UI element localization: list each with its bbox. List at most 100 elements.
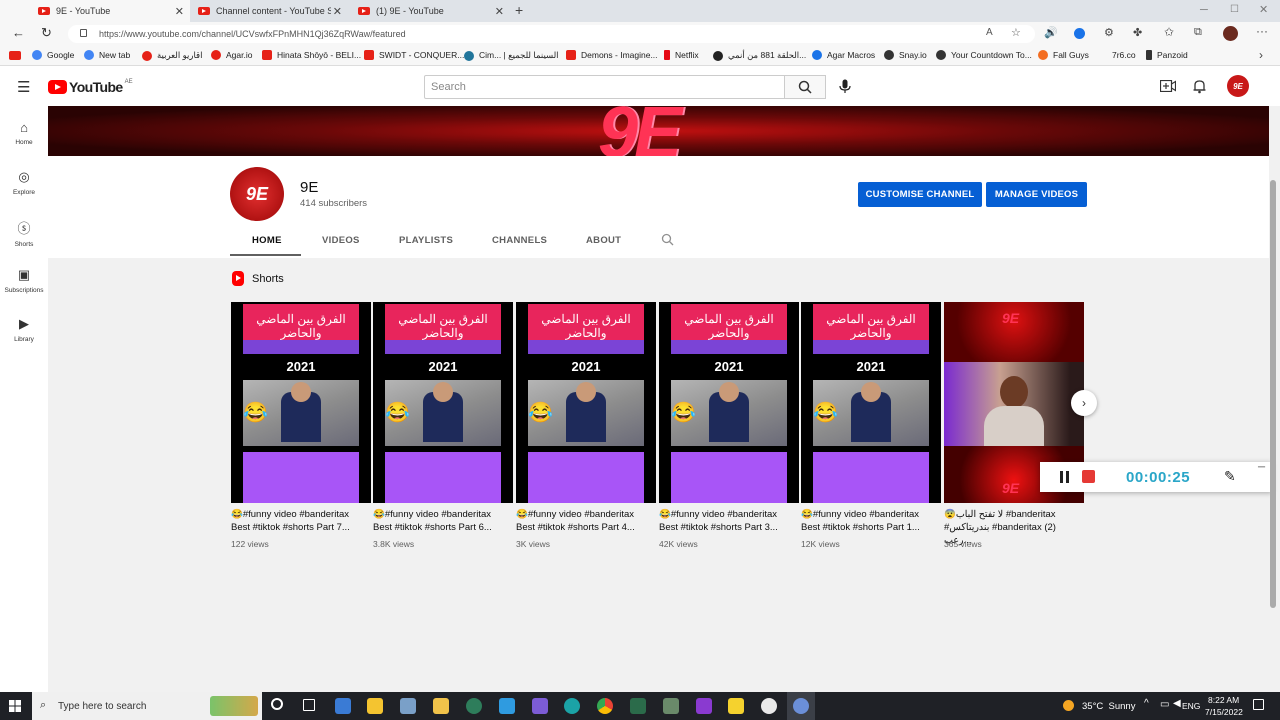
network-icon[interactable]: ▭ <box>1160 699 1169 710</box>
sidebar-item-subscriptions[interactable]: ▣ Subscriptions <box>0 267 48 294</box>
volume-tray-icon[interactable]: ◀ <box>1173 698 1181 709</box>
bookmark-google[interactable]: Google <box>32 50 74 60</box>
taskbar-app-7-icon[interactable] <box>532 698 548 714</box>
taskbar-app-2-icon[interactable] <box>367 698 383 714</box>
customise-channel-button[interactable]: CUSTOMISE CHANNEL <box>858 182 982 207</box>
sidebar-item-shorts[interactable]: ⓢ Shorts <box>0 218 48 248</box>
favorites-icon[interactable]: ✩ <box>1164 25 1174 39</box>
short-thumbnail[interactable]: الفرق بين الماضي والحاضر 2021 😂 <box>659 302 799 503</box>
tab-videos[interactable]: VIDEOS <box>322 235 360 246</box>
sidebar-item-home[interactable]: ⌂ Home <box>0 120 48 146</box>
account-avatar[interactable]: 9E <box>1227 75 1249 97</box>
close-window-icon[interactable]: ✕ <box>1259 3 1268 16</box>
taskbar-app-10-icon[interactable] <box>630 698 646 714</box>
short-title[interactable]: 😂#funny video #banderitax Best #tiktok #s… <box>373 508 513 534</box>
bookmark-agar-macros[interactable]: Agar Macros <box>812 50 875 60</box>
extensions-icon[interactable]: ✤ <box>1133 26 1142 39</box>
short-thumbnail[interactable]: الفرق بين الماضي والحاضر 2021 😂 <box>373 302 513 503</box>
pause-icon[interactable] <box>1060 471 1069 483</box>
bookmark-arabic-agario[interactable]: اقاريو العربية <box>142 50 202 61</box>
address-bar[interactable]: https://www.youtube.com/channel/UCVswfxF… <box>68 25 1035 43</box>
more-menu-icon[interactable]: ··· <box>1256 24 1268 38</box>
volume-icon[interactable]: 🔊 <box>1044 26 1058 39</box>
bookmark-cima[interactable]: Cim... | السينما للجميع <box>464 50 559 61</box>
task-view-icon[interactable] <box>303 699 315 711</box>
chrome-icon[interactable] <box>597 698 613 714</box>
manage-videos-button[interactable]: MANAGE VIDEOS <box>986 182 1087 207</box>
bookmark-panzoid[interactable]: Panzoid <box>1146 50 1188 60</box>
clock-date[interactable]: 7/15/2022 <box>1205 707 1243 717</box>
sidebar-item-explore[interactable]: ◎ Explore <box>0 169 48 196</box>
input-language[interactable]: ENG <box>1182 701 1200 711</box>
show-hidden-icons-icon[interactable]: ^ <box>1144 698 1149 709</box>
youtube-bookmark-icon[interactable] <box>9 51 21 60</box>
search-input[interactable]: Search <box>424 75 785 99</box>
bookmark-netflix[interactable]: Netflix <box>664 50 699 60</box>
tab-1-9e-youtube[interactable]: (1) 9E - YouTube ✕ <box>320 0 510 22</box>
youtube-logo[interactable]: YouTube AE <box>48 79 133 95</box>
extension-blue-icon[interactable] <box>1074 28 1085 39</box>
bookmark-hinata[interactable]: Hinata Shōyō - BELI... <box>262 50 361 60</box>
read-aloud-icon[interactable]: A <box>986 27 993 38</box>
page-scrollbar[interactable] <box>1270 180 1276 608</box>
close-tab-icon[interactable]: ✕ <box>495 5 504 18</box>
stop-icon[interactable] <box>1082 470 1095 483</box>
bookmark-countdown[interactable]: Your Countdown To... <box>936 50 1032 60</box>
back-icon[interactable]: ← <box>12 25 25 40</box>
file-explorer-icon[interactable] <box>433 698 449 714</box>
taskbar-app-1-icon[interactable] <box>335 698 351 714</box>
bookmark-7r6[interactable]: 7r6.co <box>1112 50 1136 60</box>
taskbar-app-12-icon[interactable] <box>696 698 712 714</box>
bookmark-swidt[interactable]: SWIDT - CONQUER... <box>364 50 464 60</box>
taskbar-app-11-icon[interactable] <box>663 698 679 714</box>
refresh-icon[interactable]: ↻ <box>41 25 52 41</box>
search-button[interactable] <box>784 75 826 99</box>
bookmark-demons[interactable]: Demons - Imagine... <box>566 50 658 60</box>
shorts-next-button[interactable]: › <box>1071 390 1097 416</box>
extension-puzzle-icon[interactable]: ⚙ <box>1104 26 1114 39</box>
channel-avatar[interactable]: 9E <box>230 167 284 221</box>
bookmark-agario[interactable]: Agar.io <box>211 50 252 60</box>
taskbar-app-6-icon[interactable] <box>499 698 515 714</box>
tab-playlists[interactable]: PLAYLISTS <box>399 235 453 246</box>
profile-avatar[interactable] <box>1223 26 1238 41</box>
cortana-icon[interactable] <box>271 698 283 710</box>
collections-icon[interactable]: ⧉ <box>1194 26 1202 39</box>
add-favorite-icon[interactable]: ☆ <box>1011 26 1021 39</box>
minimize-icon[interactable]: ─ <box>1200 4 1208 16</box>
taskbar-app-15-icon[interactable] <box>793 698 809 714</box>
short-thumbnail[interactable]: الفرق بين الماضي والحاضر 2021 😂 <box>516 302 656 503</box>
notifications-icon[interactable] <box>1253 699 1264 710</box>
taskbar-app-13-icon[interactable] <box>728 698 744 714</box>
clock-time[interactable]: 8:22 AM <box>1208 695 1239 705</box>
taskbar-app-3-icon[interactable] <box>400 698 416 714</box>
bookmark-fall-guys[interactable]: Fall Guys <box>1038 50 1089 60</box>
draw-pen-icon[interactable]: ✎ <box>1224 468 1236 485</box>
short-title[interactable]: 😂#funny video #banderitax Best #tiktok #s… <box>659 508 799 534</box>
tab-home[interactable]: HOME <box>252 235 282 246</box>
hamburger-menu-icon[interactable]: ☰ <box>17 78 30 96</box>
short-title[interactable]: 😂#funny video #banderitax Best #tiktok #s… <box>231 508 371 534</box>
taskbar-app-5-icon[interactable] <box>466 698 482 714</box>
new-tab-icon[interactable]: + <box>515 2 523 18</box>
short-title[interactable]: 😂#funny video #banderitax Best #tiktok #s… <box>801 508 941 534</box>
windows-start-icon[interactable] <box>9 700 21 712</box>
bookmark-anime-episode[interactable]: الحلقة 881 من أنمي... <box>713 50 806 61</box>
sidebar-item-library[interactable]: ▶ Library <box>0 316 48 343</box>
short-thumbnail[interactable]: الفرق بين الماضي والحاضر 2021 😂 <box>801 302 941 503</box>
microphone-icon[interactable] <box>839 79 851 94</box>
create-video-icon[interactable] <box>1160 80 1176 92</box>
taskbar-app-14-icon[interactable] <box>761 698 777 714</box>
tab-channels[interactable]: CHANNELS <box>492 235 547 246</box>
bookmark-new-tab[interactable]: New tab <box>84 50 130 60</box>
short-thumbnail[interactable]: الفرق بين الماضي والحاضر 2021 😂 <box>231 302 371 503</box>
maximize-icon[interactable]: ☐ <box>1230 4 1239 15</box>
edge-browser-icon[interactable] <box>564 698 580 714</box>
short-title[interactable]: 😂#funny video #banderitax Best #tiktok #s… <box>516 508 656 534</box>
bookmark-snay[interactable]: Snay.io <box>884 50 927 60</box>
more-bookmarks-icon[interactable]: › <box>1259 48 1263 62</box>
weather-text[interactable]: 35°C Sunny <box>1082 701 1135 712</box>
minimize-recorder-icon[interactable]: ─ <box>1258 462 1265 473</box>
tab-about[interactable]: ABOUT <box>586 235 621 246</box>
taskbar-search-input[interactable]: ⌕ Type here to search <box>32 692 262 720</box>
